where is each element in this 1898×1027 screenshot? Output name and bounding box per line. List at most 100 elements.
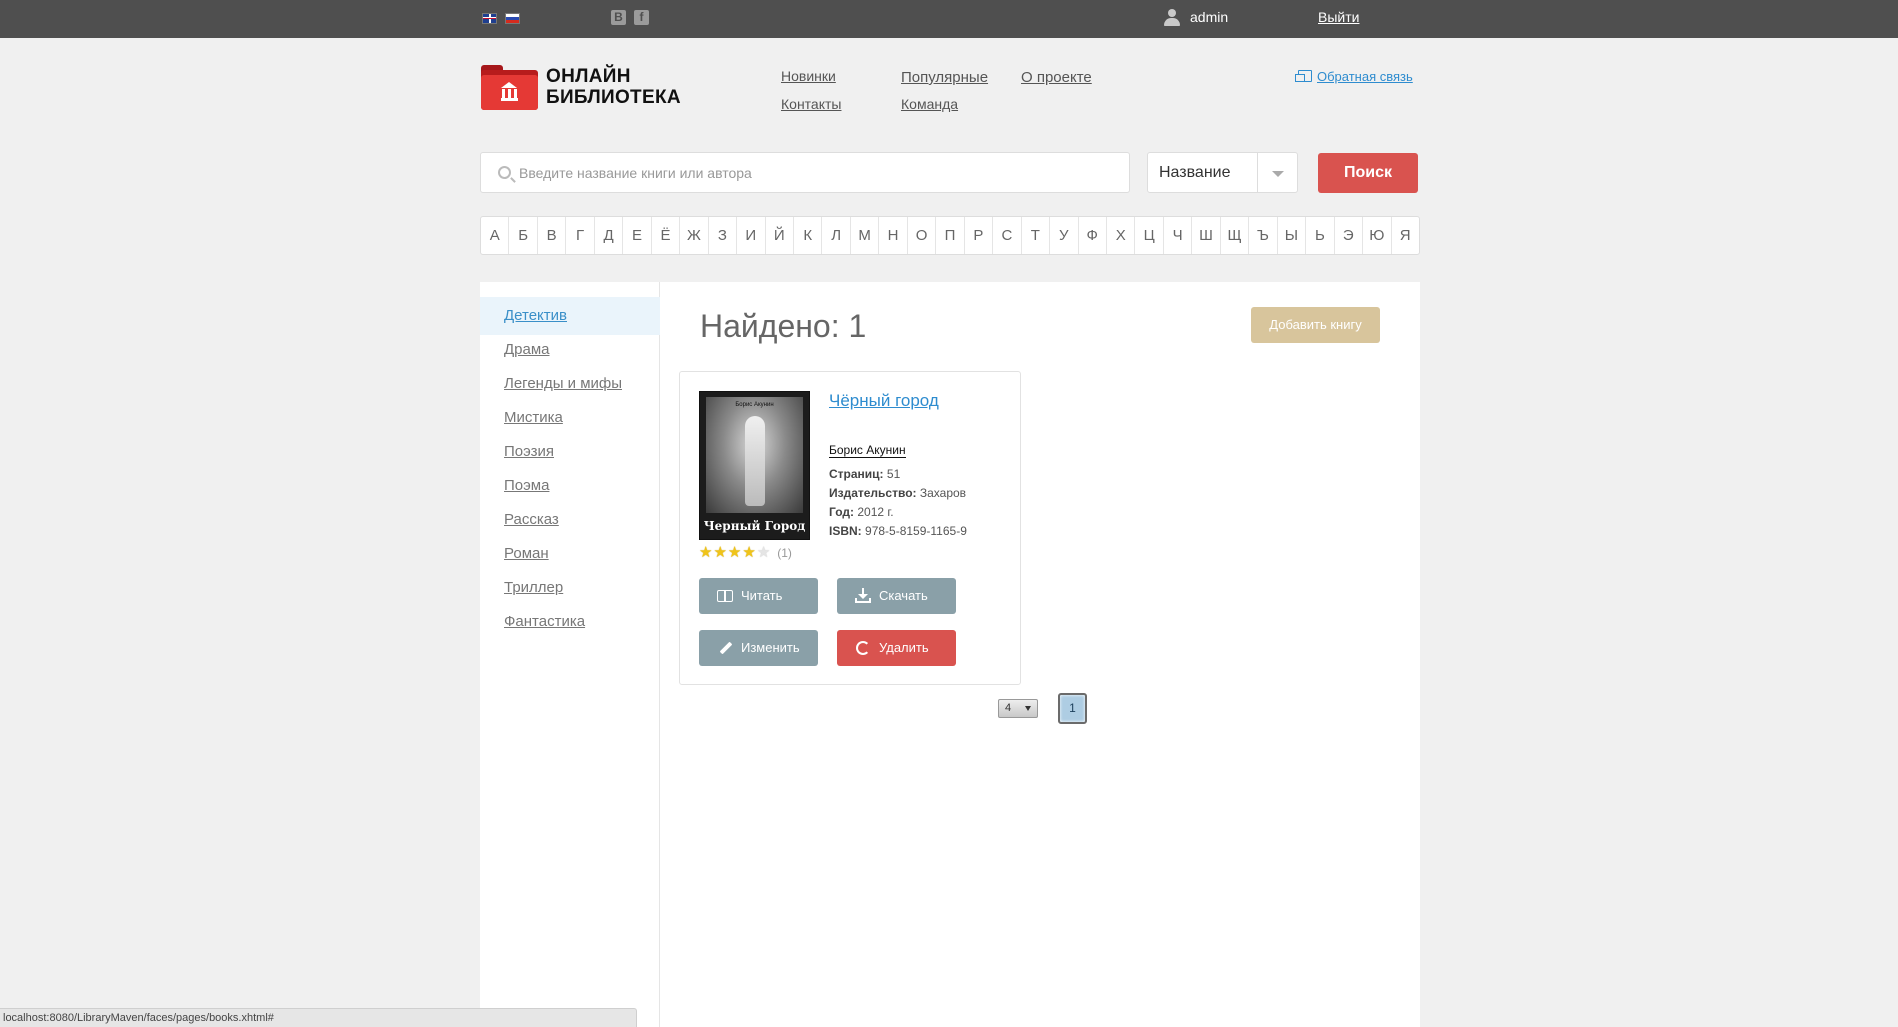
flag-en-icon[interactable] [482,13,497,24]
book-isbn: ISBN: 978-5-8159-1165-9 [829,524,967,538]
add-book-button[interactable]: Добавить книгу [1251,307,1380,343]
publisher-label: Издательство: [829,486,917,500]
sidebar-item-genre[interactable]: Мистика [480,399,660,437]
book-title-link[interactable]: Чёрный город [829,391,939,411]
star-filled-icon[interactable]: ★ [742,545,755,561]
alphabet-letter[interactable]: К [794,217,823,254]
sidebar-item-genre[interactable]: Триллер [480,569,660,607]
alphabet-letter[interactable]: Т [1022,217,1051,254]
alphabet-letter[interactable]: Э [1335,217,1364,254]
alphabet-letter[interactable]: Ж [680,217,709,254]
alphabet-letter[interactable]: Й [766,217,794,254]
star-filled-icon[interactable]: ★ [699,545,712,561]
alphabet-letter[interactable]: Ъ [1249,217,1278,254]
genre-sidebar: Детектив Драма Легенды и мифы Мистика Поэзия… [480,282,660,1027]
star-filled-icon[interactable]: ★ [728,545,741,561]
alphabet-letter[interactable]: О [908,217,937,254]
alphabet-letter[interactable]: Щ [1221,217,1250,254]
alphabet-letter[interactable]: П [936,217,965,254]
year-label: Год: [829,505,854,519]
alphabet-letter[interactable]: Ц [1135,217,1164,254]
alphabet-letter[interactable]: Ь [1306,217,1335,254]
pencil-icon [719,641,735,655]
vk-icon[interactable]: В [611,10,626,25]
year-value: 2012 г. [857,505,894,519]
alphabet-letter[interactable]: С [993,217,1022,254]
nav-team[interactable]: Команда [901,96,958,112]
alphabet-letter[interactable]: Б [509,217,538,254]
alphabet-letter[interactable]: Г [566,217,595,254]
star-empty-icon[interactable]: ★ [757,545,770,561]
alphabet-letter[interactable]: И [737,217,766,254]
pages-label: Страниц: [829,467,884,481]
rating-votes: (1) [777,546,792,560]
isbn-label: ISBN: [829,524,862,538]
logout-link[interactable]: Выйти [1318,9,1359,25]
alphabet-letter[interactable]: Ю [1363,217,1392,254]
sidebar-item-genre[interactable]: Рассказ [480,501,660,539]
search-type-select[interactable]: Название [1147,152,1298,193]
book-cover[interactable]: Борис Акунин Черный Город [699,391,810,540]
page-button-current[interactable]: 1 [1058,693,1087,724]
genre-label: Мистика [504,409,563,426]
search-input[interactable] [519,153,1119,192]
search-type-value: Название [1159,164,1231,181]
delete-label: Удалить [879,640,929,655]
download-button[interactable]: Скачать [837,578,956,614]
rows-per-page-value: 4 [1005,702,1012,714]
alphabet-letter[interactable]: А [481,217,510,254]
browser-status-bar: localhost:8080/LibraryMaven/faces/pages/… [0,1008,637,1027]
feedback-link[interactable]: Обратная связь [1295,69,1413,84]
alphabet-letter[interactable]: З [709,217,738,254]
book-year: Год: 2012 г. [829,505,894,519]
site-logo[interactable]: ОНЛАЙН БИБЛИОТЕКА [481,62,693,112]
alphabet-letter[interactable]: Ш [1192,217,1221,254]
sidebar-item-genre[interactable]: Поэма [480,467,660,505]
alphabet-letter[interactable]: Ч [1164,217,1193,254]
edit-label: Изменить [741,640,800,655]
read-button[interactable]: Читать [699,578,818,614]
alphabet-letter[interactable]: М [851,217,880,254]
nav-new[interactable]: Новинки [781,68,836,84]
nav-contacts[interactable]: Контакты [781,96,841,112]
logo-line-1: ОНЛАЙН [546,66,631,87]
nav-popular[interactable]: Популярные [901,69,988,86]
alphabet-letter[interactable]: Ы [1278,217,1307,254]
alphabet-letter[interactable]: У [1050,217,1079,254]
library-folder-icon [481,65,538,110]
flag-ru-icon[interactable] [505,13,520,24]
alphabet-letter[interactable]: Ф [1079,217,1107,254]
sidebar-item-genre[interactable]: Фантастика [480,603,660,641]
edit-button[interactable]: Изменить [699,630,818,666]
alphabet-letter[interactable]: В [538,217,567,254]
rows-per-page-select[interactable]: 4 [998,699,1038,718]
sidebar-item-genre[interactable]: Легенды и мифы [480,365,660,403]
nav-about[interactable]: О проекте [1021,69,1092,86]
book-author-link[interactable]: Борис Акунин [829,443,906,458]
feedback-icon [1295,70,1312,82]
alphabet-letter[interactable]: Р [965,217,994,254]
logo-text: ОНЛАЙН БИБЛИОТЕКА [546,66,681,108]
sidebar-item-genre[interactable]: Детектив [480,297,660,335]
read-label: Читать [741,588,783,603]
search-button[interactable]: Поиск [1318,153,1418,193]
facebook-icon[interactable]: f [634,10,649,25]
rating-stars[interactable]: ★ ★ ★ ★ ★ (1) [699,545,792,561]
genre-label: Роман [504,545,549,562]
alphabet-letter[interactable]: Ё [652,217,681,254]
top-bar: В f admin Выйти [0,0,1898,38]
alphabet-letter[interactable]: Е [623,217,652,254]
genre-label: Детектив [504,307,567,324]
alphabet-letter[interactable]: Л [822,217,851,254]
alphabet-letter[interactable]: Н [879,217,908,254]
star-filled-icon[interactable]: ★ [713,545,726,561]
delete-button[interactable]: Удалить [837,630,956,666]
sidebar-item-genre[interactable]: Драма [480,331,660,369]
username: admin [1190,9,1229,25]
alphabet-letter[interactable]: Х [1107,217,1136,254]
sidebar-item-genre[interactable]: Роман [480,535,660,573]
chevron-down-icon[interactable] [1272,171,1284,177]
alphabet-letter[interactable]: Я [1392,217,1419,254]
sidebar-item-genre[interactable]: Поэзия [480,433,660,471]
alphabet-letter[interactable]: Д [595,217,624,254]
